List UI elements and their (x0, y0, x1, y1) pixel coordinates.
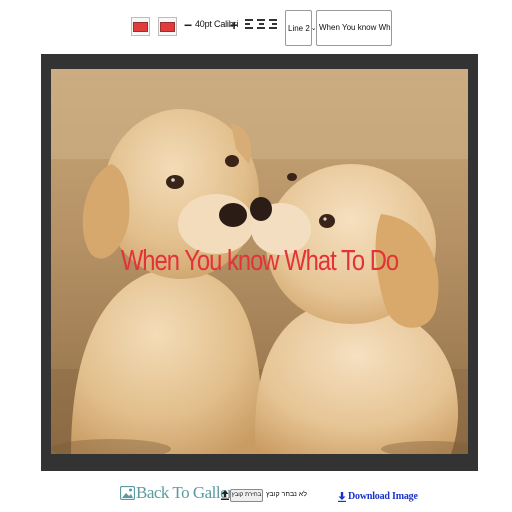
editor-toolbar: − 40pt Calibri + Line 2 ⌄ When You know … (0, 0, 512, 52)
decrease-font-size-button[interactable]: − (184, 17, 192, 36)
caption-text-input[interactable]: When You know What To Do (316, 10, 392, 46)
align-left-icon[interactable] (245, 19, 253, 32)
text-color-swatch (133, 21, 148, 32)
increase-font-size-button[interactable]: + (230, 17, 238, 36)
align-right-icon[interactable] (269, 19, 277, 32)
footer-bar: Back To Gallery בחירת קובץ לא נבחר קובץ … (0, 478, 512, 512)
caption-overlay-text: When You know What To Do (120, 245, 399, 277)
download-icon (338, 491, 346, 502)
image-canvas-frame: When You know What To Do (41, 54, 478, 471)
download-image-link[interactable]: Download Image (338, 491, 418, 502)
choose-file-button[interactable]: בחירת קובץ (230, 489, 263, 502)
puppies-photo: When You know What To Do (51, 69, 468, 454)
download-image-label: Download Image (348, 491, 418, 502)
text-color-button[interactable] (131, 17, 150, 36)
image-icon (120, 486, 135, 500)
upload-icon (221, 490, 229, 500)
line-select-value: Line 2 (288, 23, 310, 33)
align-center-icon[interactable] (257, 19, 265, 32)
line-select[interactable]: Line 2 ⌄ (285, 10, 317, 46)
outline-color-button[interactable] (158, 17, 177, 36)
no-file-chosen-label: לא נבחר קובץ (266, 491, 307, 498)
outline-color-swatch (160, 21, 175, 32)
